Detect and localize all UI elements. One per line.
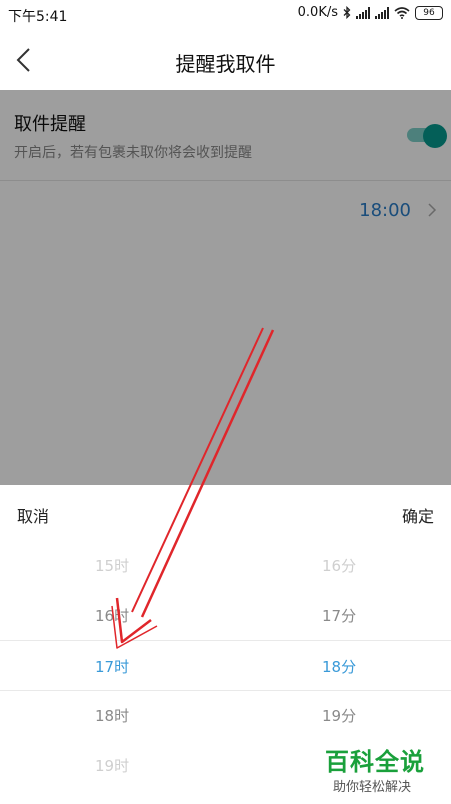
hour-option[interactable]: 19时 (95, 755, 129, 776)
status-bar: 下午5:41 0.0K/s 96 (0, 0, 451, 30)
network-speed: 0.0K/s (297, 5, 338, 20)
picker-row[interactable]: 16时 17分 (0, 590, 451, 640)
signal-icon (356, 6, 370, 19)
status-icons: 0.0K/s 96 (298, 5, 443, 20)
modal-overlay[interactable] (0, 90, 451, 485)
watermark-title: 百科全说 (325, 748, 425, 776)
minute-option[interactable]: 16分 (322, 555, 356, 576)
page-title: 提醒我取件 (175, 52, 276, 76)
bluetooth-icon (343, 6, 351, 19)
picker-row[interactable]: 18时 19分 (0, 690, 451, 740)
wifi-icon (394, 6, 410, 19)
minute-option[interactable]: 17分 (322, 605, 356, 626)
confirm-button[interactable]: 确定 (402, 503, 434, 527)
hour-option[interactable]: 15时 (95, 555, 129, 576)
cancel-button[interactable]: 取消 (17, 503, 49, 527)
hour-option[interactable]: 18时 (95, 705, 129, 726)
status-time: 下午5:41 (8, 9, 68, 25)
signal-icon (375, 6, 389, 19)
hour-option[interactable]: 16时 (95, 605, 129, 626)
picker-row[interactable]: 15时 16分 (0, 540, 451, 590)
watermark-subtitle: 助你轻松解决 (333, 780, 412, 795)
hour-option-selected[interactable]: 17时 (95, 656, 129, 677)
navigation-bar: 提醒我取件 (0, 30, 451, 90)
minute-option-selected[interactable]: 18分 (322, 656, 356, 677)
minute-option[interactable]: 19分 (322, 705, 356, 726)
battery-icon: 96 (415, 5, 443, 20)
picker-selected-row[interactable]: 17时 18分 (0, 640, 451, 691)
watermark-logo: 百科全说 助你轻松解决 (325, 742, 445, 798)
